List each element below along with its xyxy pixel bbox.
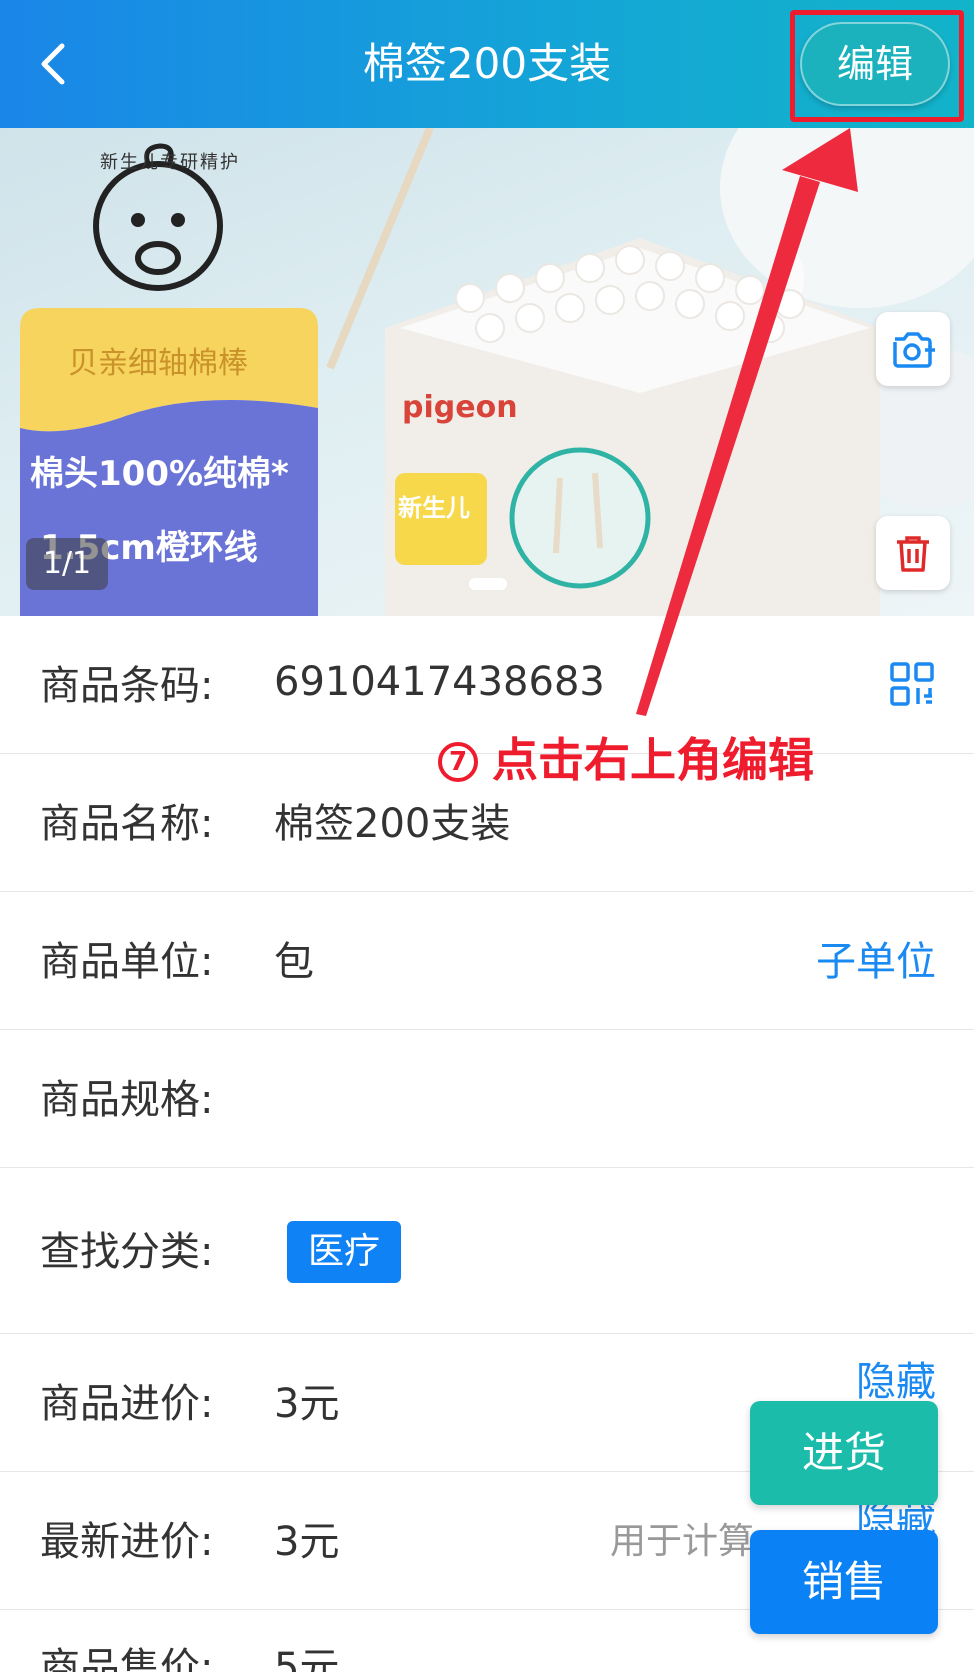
row-label: 查找分类: <box>40 1229 214 1275</box>
annotation-text: 7 点击右上角编辑 <box>438 728 814 792</box>
row-label: 商品售价: <box>40 1645 214 1672</box>
row-label: 最新进价: <box>40 1519 214 1565</box>
cost-price-value: 3元 <box>274 1381 340 1427</box>
product-image-carousel[interactable]: 新生儿专研精护 贝亲细轴棉棒 棉头100%纯棉* 1.5cm橙环线 pigeon… <box>0 128 974 616</box>
row-unit: 商品单位: 包 子单位 <box>0 892 974 1030</box>
qr-code-icon <box>890 662 934 706</box>
brand-badge-text: 新生儿专研精护 <box>100 152 240 173</box>
sale-price-value: 5元 <box>274 1645 340 1672</box>
step-number-badge: 7 <box>438 742 478 782</box>
latest-cost-value: 3元 <box>274 1519 340 1565</box>
trash-icon <box>897 536 929 572</box>
qr-code-button[interactable] <box>890 662 934 710</box>
barcode-value: 6910417438683 <box>274 659 605 705</box>
add-photo-button[interactable] <box>876 312 950 386</box>
row-label: 商品单位: <box>40 939 214 985</box>
stock-in-button[interactable]: 进货 <box>750 1401 938 1505</box>
unit-value: 包 <box>274 939 314 985</box>
sub-unit-link[interactable]: 子单位 <box>816 934 936 990</box>
top-bar: 棉签200支装 编辑 <box>0 0 974 128</box>
annotation-label: 点击右上角编辑 <box>492 733 814 787</box>
name-value: 棉签200支装 <box>274 801 511 847</box>
latest-cost-hint: 用于计算 <box>610 1521 755 1562</box>
image-pager: 1/1 <box>26 538 108 590</box>
row-category: 查找分类: 医疗 <box>0 1168 974 1334</box>
banner-line-1: 贝亲细轴棉棒 <box>68 346 248 381</box>
row-label: 商品规格: <box>40 1077 214 1123</box>
row-label: 商品名称: <box>40 801 214 847</box>
package-label: 新生儿 <box>398 494 470 522</box>
sell-button[interactable]: 销售 <box>750 1530 938 1634</box>
camera-plus-icon <box>893 332 935 368</box>
carousel-indicator <box>469 578 507 590</box>
row-label: 商品条码: <box>40 663 214 709</box>
banner-line-2: 棉头100%纯棉* <box>30 454 289 494</box>
edit-button[interactable]: 编辑 <box>800 22 950 106</box>
category-tag[interactable]: 医疗 <box>287 1221 401 1283</box>
delete-photo-button[interactable] <box>876 516 950 590</box>
package-brand: pigeon <box>402 390 518 425</box>
product-detail-page: 棉签200支装 编辑 新生儿专研精护 贝亲细轴棉棒 棉头100%纯棉* 1.5c… <box>0 0 974 1672</box>
row-label: 商品进价: <box>40 1381 214 1427</box>
row-spec: 商品规格: <box>0 1030 974 1168</box>
